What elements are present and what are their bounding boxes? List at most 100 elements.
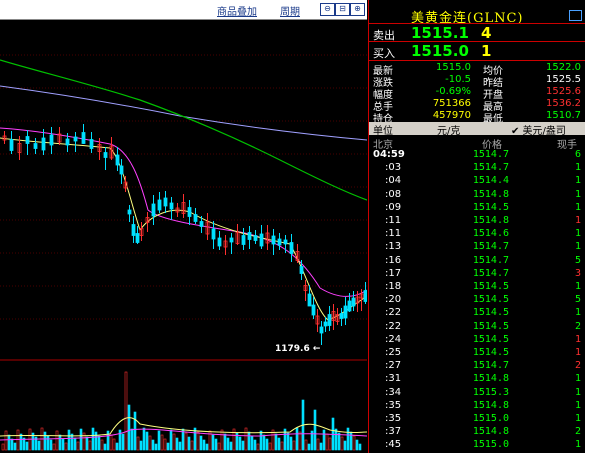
- tick-volume: 3: [574, 267, 581, 279]
- stat-value: 1515.0: [436, 62, 471, 73]
- volume-bar: [190, 440, 194, 451]
- candle: [217, 237, 222, 247]
- tick-time: :13: [385, 241, 402, 253]
- candle: [41, 137, 46, 151]
- buy-price: 1515.0: [411, 42, 469, 60]
- candle: [323, 321, 328, 327]
- volume-bar: [202, 439, 206, 451]
- stat-value: -0.69%: [435, 86, 471, 97]
- tick-time: :34: [385, 386, 402, 398]
- volume-bar: [241, 440, 245, 451]
- volume-bar: [70, 433, 74, 451]
- tick-price: 1514.5: [472, 294, 509, 306]
- tick-row: :18 1514.5 1: [369, 281, 585, 294]
- volume-bar: [214, 438, 218, 451]
- volume-bar: [250, 435, 254, 451]
- volume-bar: [277, 437, 281, 451]
- ma-slow-line: [0, 85, 367, 141]
- volume-bar: [97, 435, 101, 451]
- volume-bar: [142, 427, 146, 451]
- price-candlestick-chart[interactable]: 1179.6 ←: [0, 20, 367, 453]
- candle: [187, 207, 192, 217]
- tick-time: :35: [385, 413, 402, 424]
- candle: [135, 233, 140, 243]
- tick-row: :22 1514.5 1: [369, 307, 585, 320]
- volume-bar: [55, 430, 59, 451]
- volume-bar: [334, 428, 338, 451]
- volume-bar: [313, 409, 317, 451]
- volume-bar: [19, 433, 23, 451]
- volume-bar: [172, 433, 176, 451]
- tick-volume: 1: [574, 347, 581, 358]
- volume-bar: [268, 442, 272, 451]
- candle: [151, 203, 156, 217]
- candle: [363, 290, 367, 302]
- window-toggle-icon[interactable]: [569, 10, 582, 21]
- volume-bar: [205, 443, 209, 451]
- volume-bar: [304, 439, 308, 451]
- volume-bar: [298, 431, 302, 451]
- tick-row: :11 1514.6 1: [369, 228, 585, 241]
- candlestick-series: [2, 124, 367, 345]
- tick-row: :37 1514.8 2: [369, 426, 585, 439]
- tick-price: 1515.0: [472, 439, 509, 451]
- tick-time: :03: [385, 162, 402, 174]
- candle: [89, 139, 94, 149]
- candle: [259, 233, 264, 247]
- toggle-view-button[interactable]: ⊟: [335, 3, 350, 16]
- tick-row: :08 1514.8 1: [369, 189, 585, 202]
- period-link[interactable]: 周期: [280, 3, 300, 18]
- zoom-in-button[interactable]: ⊕: [350, 3, 365, 16]
- tick-price: 1514.5: [472, 281, 509, 292]
- volume-bar: [274, 433, 278, 451]
- stat-value: 1536.2: [546, 98, 581, 109]
- volume-bar: [136, 436, 140, 451]
- tick-row: :09 1514.5 1: [369, 202, 585, 215]
- candle: [169, 202, 174, 210]
- tick-volume: 1: [574, 201, 581, 213]
- volume-bar: [52, 443, 56, 451]
- volume-bar: [280, 441, 284, 451]
- buy-label: 买入: [373, 47, 395, 60]
- zoom-out-button[interactable]: ⊖: [320, 3, 335, 16]
- tick-volume: 1: [574, 215, 581, 226]
- volume-bar: [292, 440, 296, 451]
- tick-row: :35 1515.0 1: [369, 413, 585, 426]
- tick-volume: 1: [574, 188, 581, 200]
- chart-pane[interactable]: 商品叠加 周期 ⊖ ⊟ ⊕ 1179.6 ←: [0, 0, 367, 453]
- tick-volume: 1: [574, 439, 581, 451]
- tick-price: 1514.7: [472, 267, 509, 279]
- volume-bar: [175, 437, 179, 451]
- tick-price: 1514.8: [472, 215, 509, 226]
- candle: [73, 136, 78, 142]
- candle: [199, 221, 204, 227]
- candle: [157, 199, 162, 211]
- volume-bar: [337, 432, 341, 451]
- volume-bar: [1, 443, 5, 451]
- volume-bar: [352, 435, 356, 451]
- tick-price: 1514.7: [472, 162, 509, 174]
- moving-average-lines: [0, 59, 367, 321]
- tick-price: 1515.0: [472, 413, 509, 424]
- tick-volume: 2: [574, 360, 581, 372]
- tick-price: 1514.7: [472, 241, 509, 253]
- tick-row: :20 1514.5 5: [369, 294, 585, 307]
- volume-bar: [166, 442, 170, 451]
- tick-volume: 1: [574, 373, 581, 385]
- candle: [299, 266, 304, 274]
- candle: [339, 313, 344, 319]
- tick-time: :24: [385, 333, 402, 345]
- volume-bar: [76, 441, 80, 451]
- tick-time: :11: [385, 228, 402, 240]
- candle: [311, 304, 316, 316]
- volume-bar: [226, 437, 230, 451]
- volume-bar: [121, 433, 125, 451]
- tick-row: :45 1515.0 1: [369, 439, 585, 452]
- volume-bar: [340, 436, 344, 451]
- candle: [193, 214, 198, 222]
- volume-bar: [223, 433, 227, 451]
- tick-row: :27 1514.7 2: [369, 360, 585, 373]
- volume-bar: [211, 434, 215, 451]
- overlay-link[interactable]: 商品叠加: [217, 3, 257, 18]
- tick-time: :16: [385, 254, 402, 266]
